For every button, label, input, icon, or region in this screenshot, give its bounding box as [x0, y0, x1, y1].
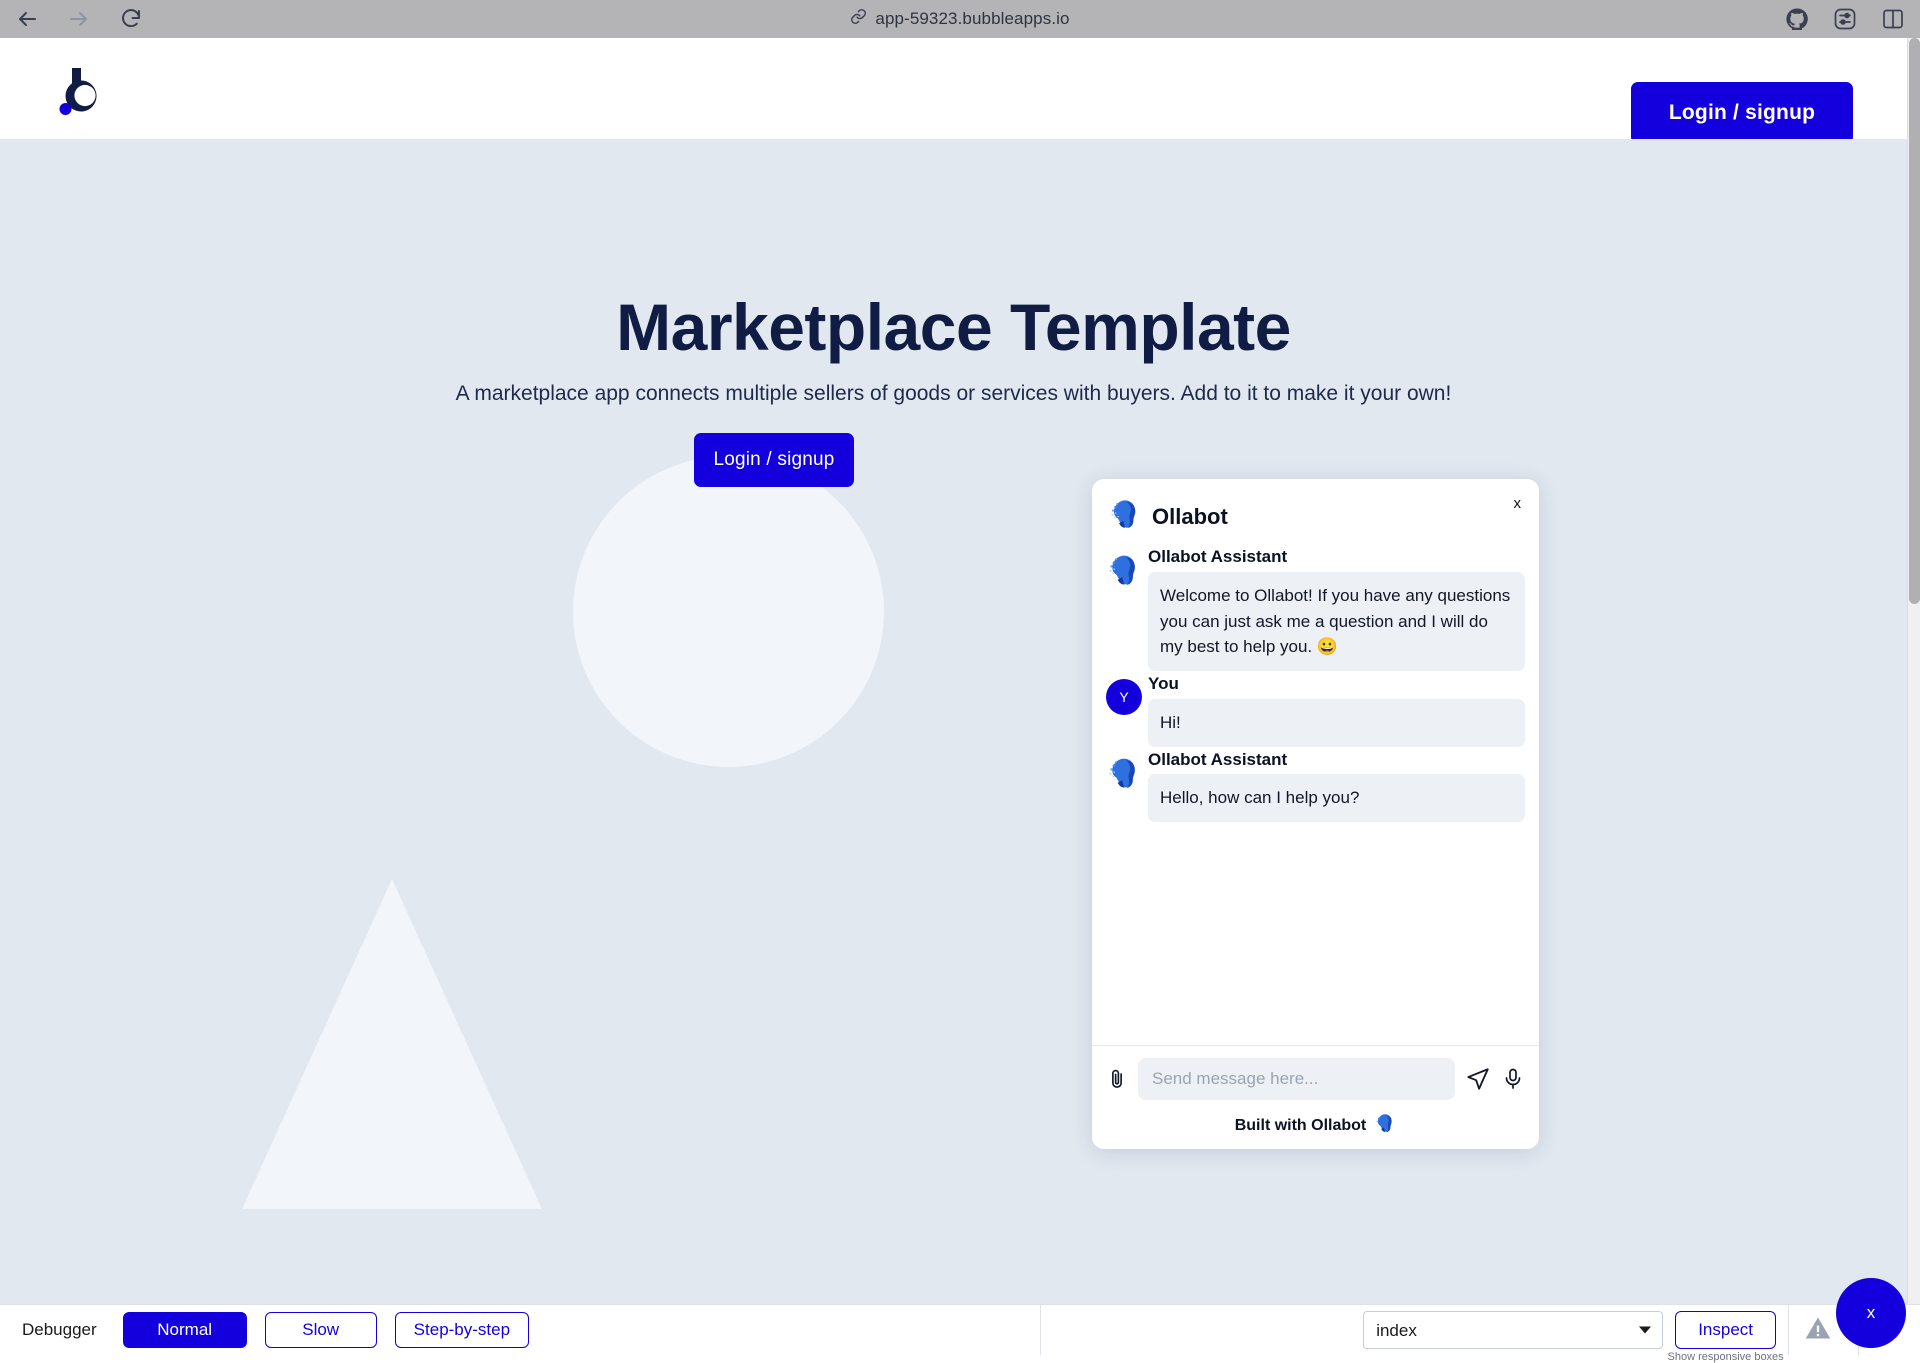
site-header: Login / signup — [0, 38, 1907, 139]
github-icon[interactable] — [1784, 6, 1810, 32]
page-title: Marketplace Template — [0, 289, 1907, 365]
attachment-paperclip-icon[interactable] — [1106, 1068, 1128, 1090]
chat-title: Ollabot — [1152, 504, 1228, 530]
reload-icon[interactable] — [116, 4, 146, 34]
chat-message-author: You — [1148, 675, 1525, 694]
chat-message-input[interactable] — [1138, 1058, 1455, 1100]
bubble-logo-icon[interactable] — [46, 54, 116, 124]
send-icon[interactable] — [1465, 1066, 1491, 1092]
debugger-divider — [1040, 1305, 1041, 1355]
hero-section: Marketplace Template A marketplace app c… — [0, 139, 1907, 1304]
chat-message-author: Ollabot Assistant — [1148, 548, 1525, 567]
ollabot-avatar-icon — [1106, 755, 1142, 791]
chat-branding-label: Built with Ollabot — [1235, 1117, 1367, 1135]
chat-message-body: Ollabot Assistant Welcome to Ollabot! If… — [1148, 548, 1525, 671]
ollabot-logo-icon — [1108, 497, 1142, 536]
back-icon[interactable] — [12, 4, 42, 34]
link-icon — [850, 8, 867, 30]
chat-close-button[interactable]: x — [1514, 495, 1522, 512]
split-panel-icon[interactable] — [1880, 6, 1906, 32]
chat-message-body: Ollabot Assistant Hello, how can I help … — [1148, 751, 1525, 823]
chat-message-text: Welcome to Ollabot! If you have any ques… — [1148, 572, 1525, 671]
chat-message-body: You Hi! — [1148, 675, 1525, 747]
browser-nav-buttons — [0, 4, 146, 34]
page-select-wrapper: index — [1363, 1311, 1663, 1349]
chat-message: Ollabot Assistant Welcome to Ollabot! If… — [1106, 548, 1525, 671]
ollabot-logo-small-icon — [1374, 1112, 1396, 1139]
address-bar-url: app-59323.bubbleapps.io — [875, 9, 1069, 29]
debugger-modes: Debugger Normal Slow Step-by-step — [0, 1312, 529, 1348]
header-login-signup-button[interactable]: Login / signup — [1631, 82, 1853, 144]
forward-icon[interactable] — [64, 4, 94, 34]
browser-right-icons — [1784, 0, 1906, 38]
chat-message-list: Ollabot Assistant Welcome to Ollabot! If… — [1092, 542, 1539, 1045]
decorative-circle — [573, 456, 884, 767]
chat-footer: Built with Ollabot — [1092, 1045, 1539, 1149]
chat-message-text: Hi! — [1148, 699, 1525, 747]
chat-message-text: Hello, how can I help you? — [1148, 774, 1525, 822]
page-subtitle: A marketplace app connects multiple sell… — [0, 382, 1907, 406]
page-select[interactable]: index — [1363, 1311, 1663, 1349]
page-scrollbar-thumb[interactable] — [1909, 38, 1920, 604]
address-bar[interactable]: app-59323.bubbleapps.io — [0, 0, 1920, 38]
chat-branding: Built with Ollabot — [1106, 1112, 1525, 1139]
page-viewport: Login / signup Marketplace Template A ma… — [0, 38, 1907, 1304]
debugger-mode-normal[interactable]: Normal — [123, 1312, 247, 1348]
browser-toolbar: app-59323.bubbleapps.io — [0, 0, 1920, 38]
debugger-label: Debugger — [22, 1320, 97, 1340]
chat-message: Y You Hi! — [1106, 675, 1525, 747]
debugger-bar: Debugger Normal Slow Step-by-step index … — [0, 1304, 1920, 1354]
chat-input-row — [1106, 1058, 1525, 1100]
chat-widget: Ollabot x — [1092, 479, 1539, 1149]
decorative-triangle — [242, 879, 542, 1209]
responsive-boxes-hint[interactable]: Show responsive boxes — [1668, 1351, 1784, 1363]
hero-login-signup-button[interactable]: Login / signup — [694, 433, 854, 487]
ollabot-avatar-icon — [1106, 552, 1142, 588]
chat-header: Ollabot x — [1092, 479, 1539, 542]
user-avatar: Y — [1106, 679, 1142, 715]
warning-triangle-icon[interactable] — [1804, 1314, 1832, 1347]
chat-message-author: Ollabot Assistant — [1148, 751, 1525, 770]
debugger-mode-slow[interactable]: Slow — [265, 1312, 377, 1348]
microphone-icon[interactable] — [1501, 1067, 1525, 1091]
page-scrollbar[interactable] — [1907, 38, 1920, 1304]
chat-toggle-fab[interactable]: x — [1836, 1278, 1906, 1348]
debugger-mode-step[interactable]: Step-by-step — [395, 1312, 529, 1348]
user-avatar-initial: Y — [1106, 679, 1142, 715]
inspect-wrapper: Inspect Show responsive boxes — [1675, 1311, 1776, 1349]
sliders-icon[interactable] — [1832, 6, 1858, 32]
chat-message: Ollabot Assistant Hello, how can I help … — [1106, 751, 1525, 823]
inspect-button[interactable]: Inspect — [1675, 1311, 1776, 1349]
